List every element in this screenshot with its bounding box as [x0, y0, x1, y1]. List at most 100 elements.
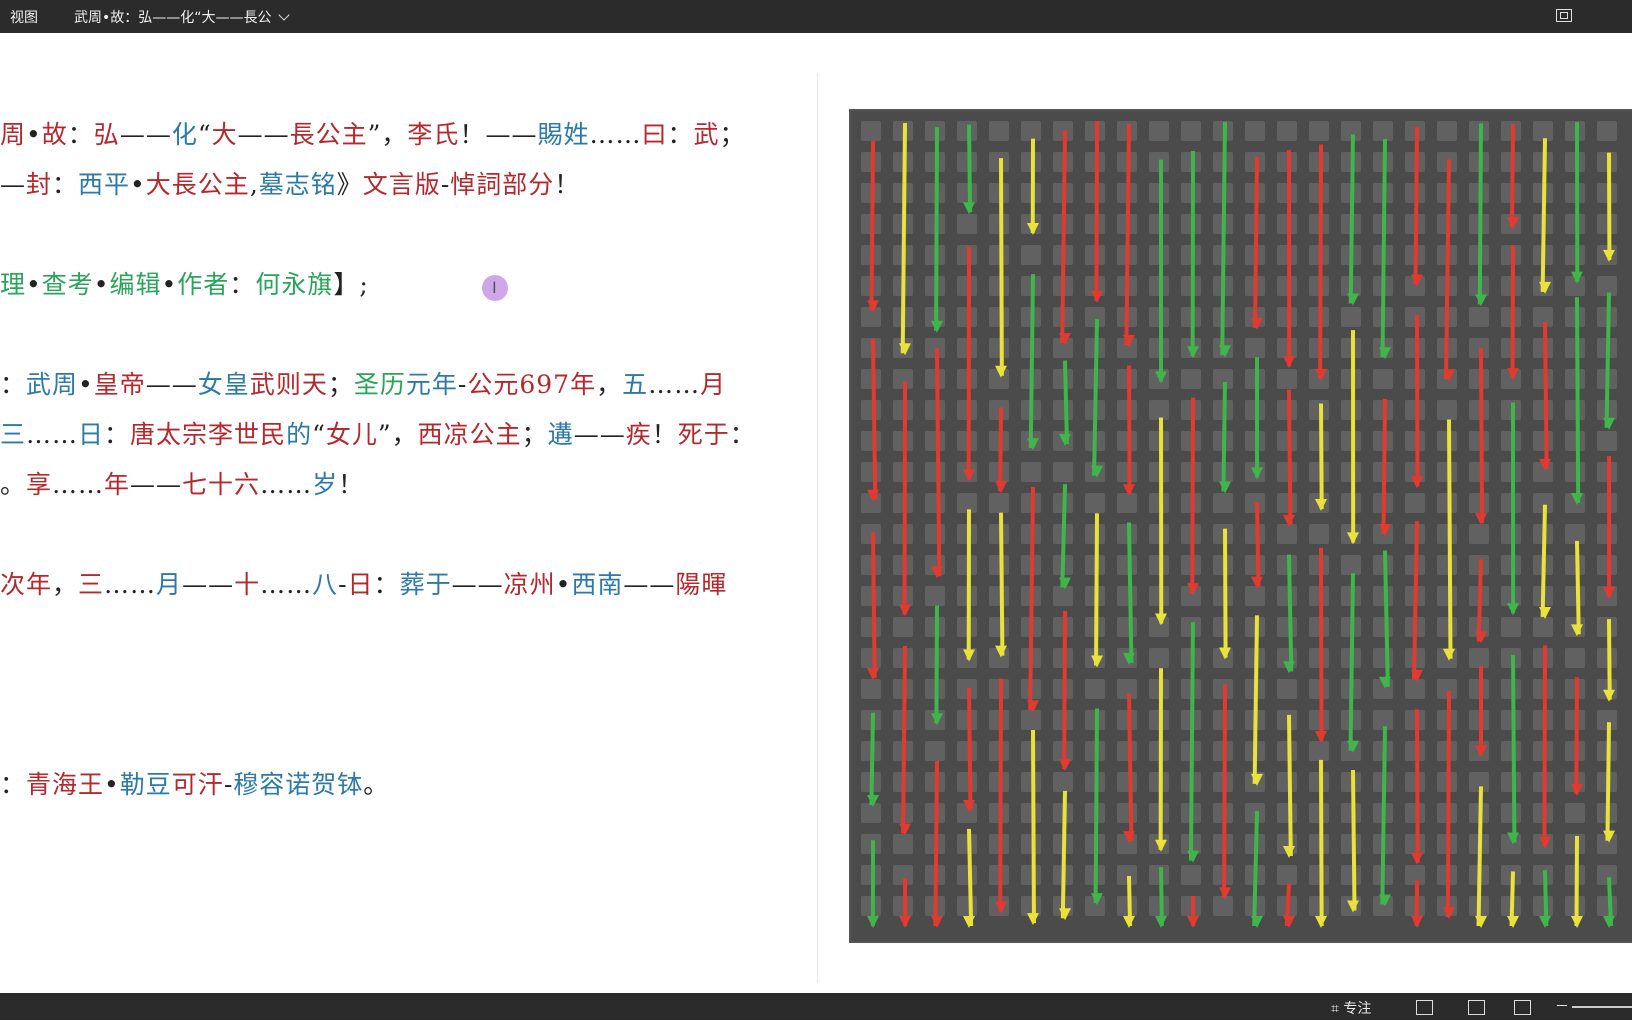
character-glyph [1277, 772, 1297, 792]
character-glyph [1277, 524, 1297, 544]
text-run: —— [119, 120, 172, 149]
stele-rubbing-image[interactable] [849, 109, 1632, 943]
character-glyph [1117, 741, 1137, 761]
character-glyph [957, 710, 977, 730]
document-title-dropdown[interactable]: 武周•故：弘——化“大——長公 [74, 7, 290, 27]
character-glyph [1565, 803, 1585, 823]
character-glyph [1149, 586, 1169, 606]
fullscreen-icon[interactable] [1556, 9, 1572, 22]
annotation-arrow [967, 828, 974, 927]
annotation-arrow [1220, 121, 1227, 356]
character-glyph [1341, 772, 1361, 792]
annotation-arrow [1127, 522, 1134, 663]
web-layout-icon[interactable] [1514, 1000, 1531, 1015]
annotation-arrow [1604, 292, 1611, 428]
character-glyph [1405, 772, 1425, 792]
text-run: 大長公主 [145, 170, 250, 199]
annotation-arrow [1062, 610, 1067, 770]
character-glyph [989, 555, 1009, 575]
character-glyph [1277, 493, 1297, 513]
character-glyph [1117, 369, 1137, 389]
annotation-arrow [1477, 123, 1483, 305]
focus-mode-button[interactable]: ⌗ 专注 [1331, 998, 1371, 1018]
text-run: 何永旗 [255, 270, 334, 299]
character-glyph [1117, 586, 1137, 606]
character-glyph [1533, 307, 1553, 327]
character-glyph [1117, 679, 1137, 699]
document-line[interactable]: 理•查考•编辑•作者：何永旗】; [0, 265, 369, 301]
text-run: • [104, 770, 120, 799]
character-glyph [925, 338, 945, 358]
character-glyph [1213, 586, 1233, 606]
character-glyph [1021, 741, 1041, 761]
character-glyph [1181, 121, 1201, 141]
character-glyph [1501, 555, 1521, 575]
character-glyph [1405, 493, 1425, 513]
annotation-arrow [900, 122, 907, 354]
text-run: 西南 [571, 570, 624, 599]
zoom-slider[interactable] [1572, 1006, 1632, 1008]
character-glyph [1117, 524, 1137, 544]
character-glyph [1053, 772, 1073, 792]
character-glyph [1245, 400, 1265, 420]
character-glyph [1149, 400, 1169, 420]
text-run: 三 [78, 570, 105, 599]
text-run: 女皇 [197, 370, 250, 399]
character-glyph [1309, 586, 1329, 606]
text-run: • [93, 270, 110, 299]
read-mode-icon[interactable] [1416, 1000, 1433, 1015]
character-glyph [925, 462, 945, 482]
annotation-arrow [998, 407, 1003, 492]
document-line[interactable]: 次年，三……月——十……八-日：葬于——凉州•西南——陽暉 [0, 565, 727, 601]
annotation-arrow [1447, 419, 1453, 659]
character-glyph [1373, 369, 1393, 389]
character-glyph [1277, 369, 1297, 389]
character-glyph [1597, 555, 1617, 575]
character-glyph [1117, 803, 1137, 823]
annotation-arrow [1380, 726, 1387, 905]
text-cursor-indicator [482, 275, 508, 301]
character-glyph [1437, 617, 1457, 637]
document-line[interactable]: 。享……年——七十六……岁！ [0, 465, 364, 501]
text-run: 周 [0, 120, 27, 149]
annotation-arrow [1287, 554, 1294, 672]
annotation-arrow [935, 348, 942, 577]
zoom-out-button[interactable]: － [1555, 996, 1569, 1016]
text-run: —— [130, 470, 183, 499]
text-run: 皇帝 [93, 370, 146, 399]
text-run: , [249, 170, 259, 199]
text-run: 次年 [0, 570, 53, 599]
character-glyph [1533, 431, 1553, 451]
character-glyph [1341, 462, 1361, 482]
document-line[interactable]: 周•故：弘——化“大——長公主”，李氏！——賜姓……曰：武； [0, 115, 746, 151]
character-glyph [1149, 555, 1169, 575]
character-glyph [1437, 493, 1457, 513]
character-glyph [1277, 865, 1297, 885]
text-run: 穆容诺贺钵 [233, 770, 364, 799]
character-glyph [925, 400, 945, 420]
character-glyph [1149, 648, 1169, 668]
document-line[interactable]: 三……日：唐太宗李世民的“女儿”，西凉公主；遘——疾！死于： [0, 415, 756, 451]
text-run: - [440, 170, 451, 199]
text-run: ， [596, 370, 623, 399]
text-run: ； [521, 420, 548, 449]
document-line[interactable]: ：青海王•勒豆可汗-穆容诺贺钵。 [0, 765, 389, 801]
character-glyph [1565, 245, 1585, 265]
character-glyph [1309, 524, 1329, 544]
annotation-arrow [869, 712, 875, 806]
character-glyph [1501, 803, 1521, 823]
character-glyph [1405, 431, 1425, 451]
rubbing-canvas [851, 111, 1632, 941]
document-title: 武周•故：弘——化“大——長公 [74, 10, 272, 26]
text-run: 。 [0, 470, 27, 499]
print-layout-icon[interactable] [1468, 1000, 1485, 1015]
character-glyph [1501, 648, 1521, 668]
character-glyph [1053, 462, 1073, 482]
view-menu[interactable]: 视图 [10, 7, 38, 27]
character-glyph [957, 121, 977, 141]
character-glyph [1245, 369, 1265, 389]
document-line[interactable]: —封：西平•大長公主,墓志铭》文言版-悼詞部分！ [0, 165, 580, 201]
text-run: ： [104, 420, 131, 449]
document-line[interactable]: ：武周•皇帝——女皇武则天；圣历元年-公元697年，五……月 [0, 365, 726, 401]
character-glyph [1309, 555, 1329, 575]
